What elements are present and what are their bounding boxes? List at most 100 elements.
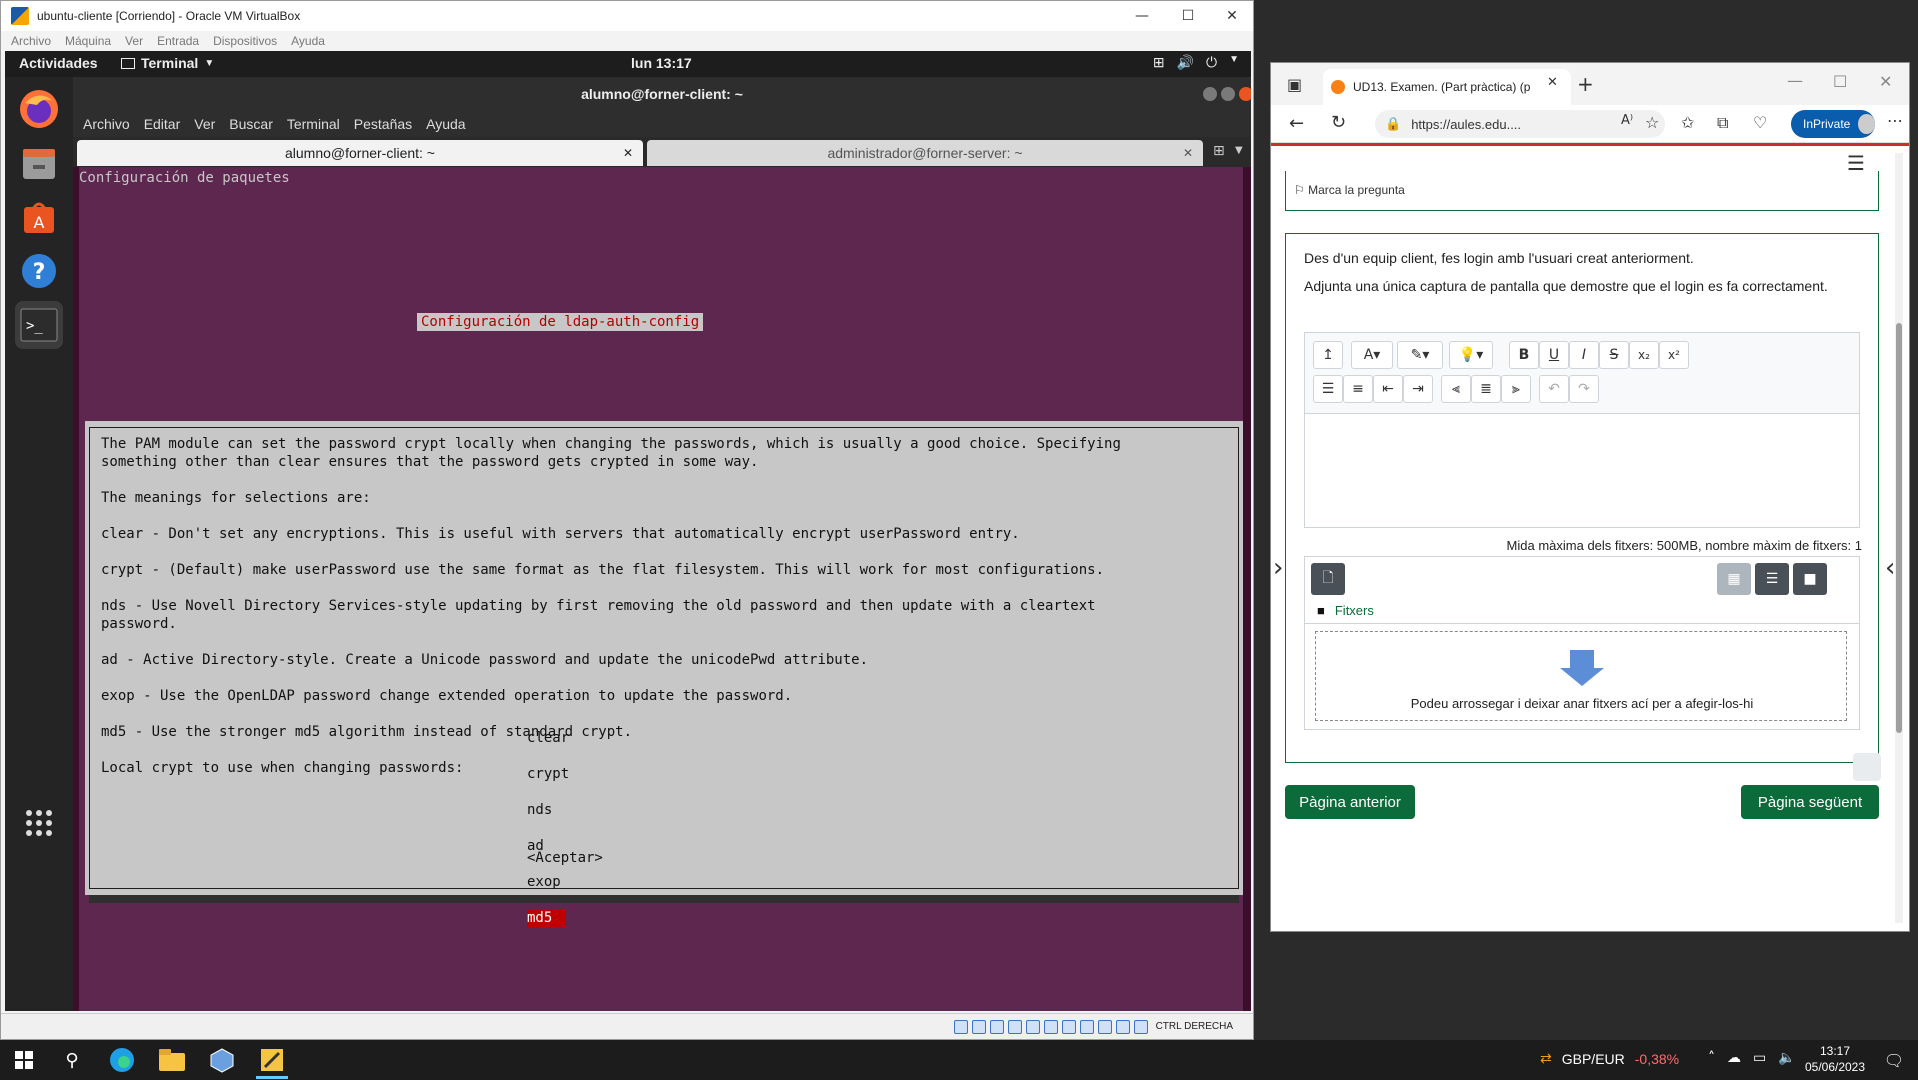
indent-icon[interactable]: ⇥: [1403, 375, 1433, 403]
term-menu-archivo[interactable]: Archivo: [83, 116, 130, 132]
vtx-icon[interactable]: [1097, 1019, 1112, 1034]
vbox-menu-ayuda[interactable]: Ayuda: [291, 34, 325, 48]
redo-icon[interactable]: ↷: [1569, 375, 1599, 403]
files-icon[interactable]: [15, 139, 63, 187]
next-page-button[interactable]: Pàgina següent: [1741, 785, 1879, 819]
add-favorite-icon[interactable]: ☆: [1645, 113, 1659, 132]
page-scrollbar[interactable]: [1895, 153, 1903, 923]
file-explorer-icon[interactable]: [158, 1046, 186, 1074]
audio-icon[interactable]: [989, 1019, 1004, 1034]
grid-view-icon[interactable]: ▦: [1717, 563, 1751, 595]
gnome-clock[interactable]: lun 13:17: [631, 55, 692, 71]
crypt-option-exop[interactable]: exop: [527, 873, 569, 891]
term-menu-ayuda[interactable]: Ayuda: [426, 116, 465, 132]
search-icon[interactable]: ⚲: [58, 1046, 86, 1074]
refresh-icon[interactable]: ↻: [1331, 112, 1346, 133]
minimize-icon[interactable]: —: [1787, 71, 1803, 90]
close-icon[interactable]: ✕: [1209, 1, 1255, 31]
more-menu-icon[interactable]: ⋯: [1887, 111, 1903, 130]
term-menu-pestanas[interactable]: Pestañas: [354, 116, 412, 132]
subscript-icon[interactable]: x₂: [1629, 341, 1659, 369]
underline-icon[interactable]: U: [1539, 341, 1569, 369]
vbox-menu-maquina[interactable]: Máquina: [65, 34, 111, 48]
crypt-option-nds[interactable]: nds: [527, 801, 569, 819]
tab-client[interactable]: alumno@forner-client: ~ ✕: [77, 140, 643, 166]
italic-icon[interactable]: I: [1569, 341, 1599, 369]
show-applications-icon[interactable]: [15, 799, 63, 847]
close-tab-icon[interactable]: ✕: [1547, 75, 1558, 90]
edge-icon[interactable]: [108, 1046, 136, 1074]
term-menu-buscar[interactable]: Buscar: [229, 116, 273, 132]
undo-icon[interactable]: ↶: [1539, 375, 1569, 403]
optical-icon[interactable]: [971, 1019, 986, 1034]
software-center-icon[interactable]: A: [15, 193, 63, 241]
edge-active-tab[interactable]: UD13. Examen. (Part pràctica) (p: [1323, 69, 1571, 105]
firefox-icon[interactable]: [15, 85, 63, 133]
unordered-list-icon[interactable]: ☰: [1313, 375, 1343, 403]
hdd-icon[interactable]: [953, 1019, 968, 1034]
outdent-icon[interactable]: ⇤: [1373, 375, 1403, 403]
editor-textarea[interactable]: [1305, 413, 1859, 527]
browser-essentials-icon[interactable]: ♡: [1753, 113, 1767, 132]
align-left-icon[interactable]: ⫷: [1441, 375, 1471, 403]
gnome-tray[interactable]: ⊞ 🔊 ⏻ ▼: [1153, 54, 1239, 71]
new-tab-icon[interactable]: ⊞: [1213, 143, 1225, 159]
vm-window-taskbar-icon[interactable]: [258, 1046, 286, 1074]
app-menu[interactable]: Terminal ▼: [121, 55, 214, 71]
inprivate-badge[interactable]: InPrivate: [1791, 110, 1875, 138]
minimize-icon[interactable]: —: [1119, 1, 1165, 31]
system-tray[interactable]: ˄ ☁ ▭ 🔈: [1708, 1050, 1796, 1066]
close-icon[interactable]: [1239, 87, 1251, 101]
maximize-icon[interactable]: ☐: [1833, 72, 1847, 91]
brush-style-icon[interactable]: ✎▾: [1397, 341, 1443, 369]
ticker-widget[interactable]: ⇄ GBP/EUR -0,38%: [1540, 1050, 1679, 1067]
close-tab-icon[interactable]: ✕: [1183, 146, 1193, 160]
close-tab-icon[interactable]: ✕: [623, 146, 633, 160]
add-file-icon[interactable]: 🗋: [1311, 563, 1345, 595]
vbox-menu-dispositivos[interactable]: Dispositivos: [213, 34, 277, 48]
ordered-list-icon[interactable]: ≡: [1343, 375, 1373, 403]
maximize-icon[interactable]: ☐: [1165, 1, 1211, 31]
display-icon[interactable]: [1061, 1019, 1076, 1034]
drawer-right-chevron-icon[interactable]: ‹: [1885, 553, 1895, 583]
term-menu-terminal[interactable]: Terminal: [287, 116, 340, 132]
taskbar-clock[interactable]: 13:17 05/06/2023: [1800, 1043, 1870, 1075]
previous-page-button[interactable]: Pàgina anterior: [1285, 785, 1415, 819]
accept-button[interactable]: <Aceptar>: [527, 849, 603, 867]
maximize-icon[interactable]: [1221, 87, 1235, 101]
virtualbox-taskbar-icon[interactable]: [208, 1046, 236, 1074]
network-status-icon[interactable]: [1007, 1019, 1022, 1034]
back-icon[interactable]: ←: [1289, 113, 1304, 134]
crypt-option-md5[interactable]: md5: [527, 909, 567, 927]
folder-view-icon[interactable]: ■: [1793, 563, 1827, 595]
favorites-icon[interactable]: ✩: [1681, 113, 1694, 132]
windows-start-icon[interactable]: [10, 1046, 38, 1074]
shared-folder-icon[interactable]: [1043, 1019, 1058, 1034]
lightbulb-icon[interactable]: 💡▾: [1449, 341, 1493, 369]
superscript-icon[interactable]: x²: [1659, 341, 1689, 369]
paragraph-style-icon[interactable]: A▾: [1351, 341, 1393, 369]
usb-icon[interactable]: [1025, 1019, 1040, 1034]
flag-question-link[interactable]: Marca la pregunta: [1308, 183, 1405, 197]
list-view-icon[interactable]: ☰: [1755, 563, 1789, 595]
tab-server[interactable]: administrador@forner-server: ~ ✕: [647, 140, 1203, 166]
scroll-top-button[interactable]: [1853, 753, 1881, 781]
crypt-option-crypt[interactable]: crypt: [527, 765, 569, 783]
mouse-integration-icon[interactable]: [1115, 1019, 1130, 1034]
recording-icon[interactable]: [1079, 1019, 1094, 1034]
tabs-dropdown-icon[interactable]: ▼: [1235, 145, 1243, 156]
scrollbar-thumb[interactable]: [1896, 323, 1902, 733]
new-tab-icon[interactable]: +: [1577, 72, 1594, 96]
align-right-icon[interactable]: ⫸: [1501, 375, 1531, 403]
toolbar-toggle-icon[interactable]: ↥: [1313, 341, 1343, 369]
close-icon[interactable]: ✕: [1879, 72, 1892, 91]
crypt-option-clear[interactable]: clear: [527, 729, 569, 747]
help-icon[interactable]: ?: [15, 247, 63, 295]
vm-screen[interactable]: Actividades Terminal ▼ lun 13:17 ⊞ 🔊 ⏻ ▼: [5, 51, 1251, 1011]
term-menu-ver[interactable]: Ver: [194, 116, 215, 132]
files-breadcrumb[interactable]: ■ Fitxers: [1317, 603, 1374, 618]
notifications-icon[interactable]: 🗨: [1880, 1046, 1908, 1074]
collections-icon[interactable]: ⧉: [1717, 113, 1728, 133]
activities-button[interactable]: Actividades: [19, 55, 98, 71]
read-aloud-icon[interactable]: A⁾: [1621, 113, 1633, 128]
